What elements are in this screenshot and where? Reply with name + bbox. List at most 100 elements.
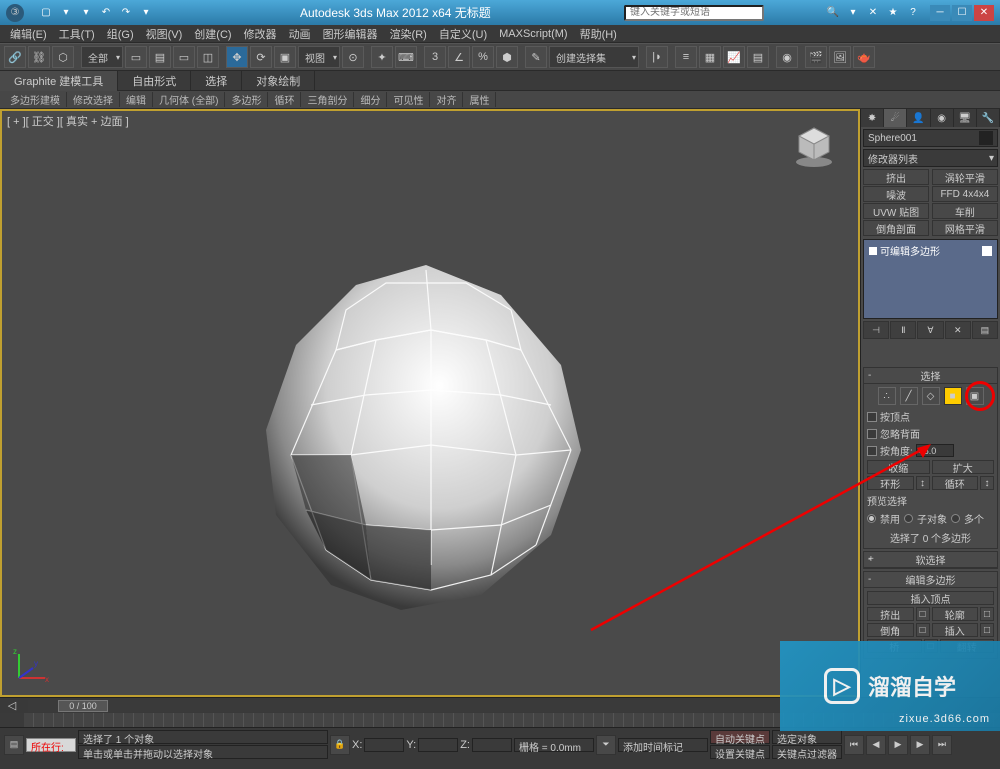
- manipulate-icon[interactable]: ✦: [371, 46, 393, 68]
- save-icon[interactable]: ▾: [78, 5, 94, 21]
- autokey-button[interactable]: 自动关键点: [710, 730, 770, 744]
- select-object-icon[interactable]: ▭: [125, 46, 147, 68]
- mod-uvw[interactable]: UVW 贴图: [863, 203, 929, 219]
- y-field[interactable]: [418, 738, 458, 752]
- ribbon-tab-graphite[interactable]: Graphite 建模工具: [0, 71, 118, 91]
- schematic-icon[interactable]: ▤: [747, 46, 769, 68]
- sphere-object[interactable]: [231, 245, 621, 635]
- ribbon-panel-tris[interactable]: 三角剖分: [301, 92, 354, 107]
- configure-icon[interactable]: ▤: [972, 321, 998, 339]
- app-logo[interactable]: ③: [6, 4, 24, 22]
- by-angle-checkbox[interactable]: [867, 446, 877, 456]
- ring-button[interactable]: 环形: [867, 476, 914, 490]
- menu-tools[interactable]: 工具(T): [53, 26, 101, 42]
- ignore-backfacing-checkbox[interactable]: [867, 429, 877, 439]
- ribbon-panel-props[interactable]: 属性: [463, 92, 496, 107]
- pivot-icon[interactable]: ⊙: [342, 46, 364, 68]
- menu-graph-editors[interactable]: 图形编辑器: [317, 26, 384, 42]
- angle-spinner[interactable]: 45.0: [916, 444, 954, 457]
- menu-animation[interactable]: 动画: [283, 26, 317, 42]
- ref-coord-dropdown[interactable]: 视图: [298, 46, 340, 68]
- extrude-button[interactable]: 挤出: [867, 607, 914, 621]
- time-tag-icon[interactable]: ⏷: [596, 735, 616, 755]
- subobj-edge-icon[interactable]: ╱: [900, 387, 918, 405]
- key-filters-button[interactable]: 关键点过滤器: [772, 745, 842, 759]
- mod-lathe[interactable]: 车削: [932, 203, 998, 219]
- grow-button[interactable]: 扩大: [932, 460, 995, 474]
- time-slider-left-icon[interactable]: ◁: [0, 699, 24, 712]
- outline-button[interactable]: 轮廓: [932, 607, 979, 621]
- minimize-button[interactable]: ─: [930, 5, 950, 21]
- subscription-icon[interactable]: ▾: [844, 5, 862, 21]
- select-region-icon[interactable]: ▭: [173, 46, 195, 68]
- render-setup-icon[interactable]: 🎬: [805, 46, 827, 68]
- play-icon[interactable]: ▶: [888, 735, 908, 755]
- ribbon-panel-edit[interactable]: 编辑: [120, 92, 153, 107]
- link-icon[interactable]: 🔗: [4, 46, 26, 68]
- ribbon-panel-polygons[interactable]: 多边形: [225, 92, 268, 107]
- track-bar-toggle-icon[interactable]: [0, 713, 24, 727]
- outline-settings-icon[interactable]: □: [980, 607, 994, 621]
- close-button[interactable]: ✕: [974, 5, 994, 21]
- ribbon-tab-object-paint[interactable]: 对象绘制: [242, 71, 315, 91]
- percent-snap-icon[interactable]: %: [472, 46, 494, 68]
- edit-selection-set-icon[interactable]: ✎: [525, 46, 547, 68]
- prev-frame-icon[interactable]: ◀: [866, 735, 886, 755]
- stack-expand-icon[interactable]: [869, 247, 877, 255]
- add-time-tag[interactable]: 添加时间标记: [618, 738, 708, 752]
- bevel-settings-icon[interactable]: □: [916, 623, 930, 637]
- window-crossing-icon[interactable]: ◫: [197, 46, 219, 68]
- extrude-settings-icon[interactable]: □: [916, 607, 930, 621]
- subobj-vertex-icon[interactable]: ∴: [878, 387, 896, 405]
- preview-subobj-radio[interactable]: [904, 514, 913, 523]
- mod-chamfer[interactable]: 倒角剖面: [863, 220, 929, 236]
- help-icon[interactable]: ?: [904, 5, 922, 21]
- subobj-element-icon[interactable]: ▣: [966, 387, 984, 405]
- new-icon[interactable]: ▢: [38, 5, 54, 21]
- mod-turbosmooth[interactable]: 涡轮平滑: [932, 169, 998, 185]
- stack-show-end-icon[interactable]: [982, 246, 992, 256]
- loop-spinner[interactable]: ↕: [980, 476, 994, 490]
- inset-button[interactable]: 插入: [932, 623, 979, 637]
- ribbon-panel-loops[interactable]: 循环: [268, 92, 301, 107]
- snap-toggle-icon[interactable]: 3: [424, 46, 446, 68]
- viewport-label[interactable]: [ + ][ 正交 ][ 真实 + 边面 ]: [7, 113, 129, 129]
- key-filters-dropdown[interactable]: 选定对象: [772, 730, 842, 744]
- mod-meshsmooth[interactable]: 网格平滑: [932, 220, 998, 236]
- menu-rendering[interactable]: 渲染(R): [384, 26, 433, 42]
- infocenter-search-icon[interactable]: 🔍: [824, 5, 842, 21]
- current-line-field[interactable]: 所在行:: [26, 738, 76, 752]
- material-editor-icon[interactable]: ◉: [776, 46, 798, 68]
- select-by-name-icon[interactable]: ▤: [149, 46, 171, 68]
- menu-create[interactable]: 创建(C): [188, 26, 237, 42]
- tab-hierarchy-icon[interactable]: 👤: [907, 109, 930, 127]
- tab-modify-icon[interactable]: ☄: [884, 109, 907, 127]
- menu-modifiers[interactable]: 修改器: [238, 26, 283, 42]
- selection-filter-dropdown[interactable]: 全部: [81, 46, 123, 68]
- make-unique-icon[interactable]: ∀: [917, 321, 943, 339]
- qat-more-icon[interactable]: ▾: [138, 5, 154, 21]
- preview-multi-radio[interactable]: [951, 514, 960, 523]
- render-frame-icon[interactable]: 🖼: [829, 46, 851, 68]
- x-field[interactable]: [364, 738, 404, 752]
- render-icon[interactable]: 🫖: [853, 46, 875, 68]
- object-name-field[interactable]: Sphere001: [863, 129, 998, 147]
- rollout-soft-selection-header[interactable]: +软选择: [864, 552, 997, 568]
- layers-icon[interactable]: ▦: [699, 46, 721, 68]
- angle-snap-icon[interactable]: ∠: [448, 46, 470, 68]
- ribbon-panel-modsel[interactable]: 修改选择: [67, 92, 120, 107]
- rotate-icon[interactable]: ⟳: [250, 46, 272, 68]
- by-vertex-checkbox[interactable]: [867, 412, 877, 422]
- viewport-orthographic[interactable]: [ + ][ 正交 ][ 真实 + 边面 ]: [0, 109, 860, 697]
- shrink-button[interactable]: 收缩: [867, 460, 930, 474]
- rollout-edit-polygons-header[interactable]: 编辑多边形: [864, 572, 997, 588]
- show-end-icon[interactable]: Ⅱ: [890, 321, 916, 339]
- exchange-icon[interactable]: ✕: [864, 5, 882, 21]
- preview-disable-radio[interactable]: [867, 514, 876, 523]
- maximize-button[interactable]: ☐: [952, 5, 972, 21]
- loop-button[interactable]: 循环: [932, 476, 979, 490]
- insert-vertex-button[interactable]: 插入顶点: [867, 591, 994, 605]
- ribbon-tab-selection[interactable]: 选择: [191, 71, 242, 91]
- move-icon[interactable]: ✥: [226, 46, 248, 68]
- menu-help[interactable]: 帮助(H): [574, 26, 623, 42]
